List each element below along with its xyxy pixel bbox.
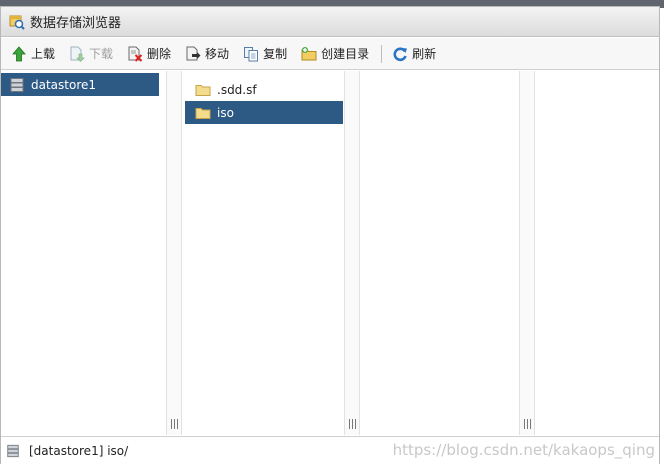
folder-item[interactable]: .sdd.sf	[185, 78, 343, 101]
datastore-label: datastore1	[31, 77, 97, 92]
delete-button[interactable]: 删除	[127, 42, 171, 66]
download-icon	[70, 46, 85, 62]
datastore-browser-icon	[9, 15, 25, 30]
folder-label: .sdd.sf	[217, 82, 257, 97]
splitter-grip-icon	[524, 419, 531, 429]
toolbar: 上载 下载 删除 移动 复制 创建目录 刷新	[1, 38, 659, 70]
folder-pane: .sdd.sf iso	[182, 71, 344, 435]
titlebar: 数据存储浏览器	[1, 7, 659, 37]
download-button[interactable]: 下载	[69, 42, 113, 66]
new-folder-icon	[301, 46, 317, 60]
browser-panes: datastore1 .sdd.sf iso	[1, 71, 659, 435]
toolbar-separator	[381, 44, 383, 63]
folder-item-selected[interactable]: iso	[185, 101, 343, 124]
upload-label: 上载	[31, 47, 56, 61]
file-pane	[360, 71, 519, 435]
folder-icon	[195, 84, 211, 96]
status-bar: [datastore1] iso/ https://blog.csdn.net/…	[1, 436, 659, 464]
pane-splitter[interactable]	[166, 71, 182, 435]
splitter-grip-icon	[349, 419, 356, 429]
datastore-item[interactable]: datastore1	[1, 73, 159, 96]
copy-button[interactable]: 复制	[243, 42, 287, 66]
delete-label: 删除	[147, 47, 172, 61]
datastore-icon	[10, 77, 24, 92]
delete-icon	[128, 46, 143, 62]
window-title: 数据存储浏览器	[30, 16, 122, 31]
folder-label: iso	[217, 105, 234, 120]
pane-splitter[interactable]	[519, 71, 535, 435]
detail-pane	[535, 71, 659, 435]
refresh-label: 刷新	[412, 47, 437, 61]
folder-icon	[195, 107, 211, 119]
download-label: 下载	[89, 47, 114, 61]
datastore-pane: datastore1	[1, 71, 166, 435]
pane-splitter[interactable]	[344, 71, 360, 435]
watermark: https://blog.csdn.net/kakaops_qing	[392, 441, 655, 459]
move-button[interactable]: 移动	[185, 42, 229, 66]
refresh-icon	[393, 47, 408, 61]
splitter-grip-icon	[171, 419, 178, 429]
create-folder-button[interactable]: 创建目录	[301, 42, 369, 66]
copy-icon	[244, 46, 259, 61]
move-label: 移动	[205, 47, 230, 61]
current-path: [datastore1] iso/	[29, 443, 129, 458]
upload-button[interactable]: 上载	[11, 42, 55, 66]
arrow-up-icon	[12, 45, 26, 61]
datastore-browser-window: 数据存储浏览器 上载 下载 删除 移动 复制 创建目录 刷新 datastore…	[0, 6, 660, 464]
datastore-icon	[7, 444, 19, 457]
refresh-button[interactable]: 刷新	[392, 42, 436, 66]
copy-label: 复制	[263, 47, 288, 61]
create-folder-label: 创建目录	[321, 47, 370, 61]
move-icon	[186, 46, 201, 60]
